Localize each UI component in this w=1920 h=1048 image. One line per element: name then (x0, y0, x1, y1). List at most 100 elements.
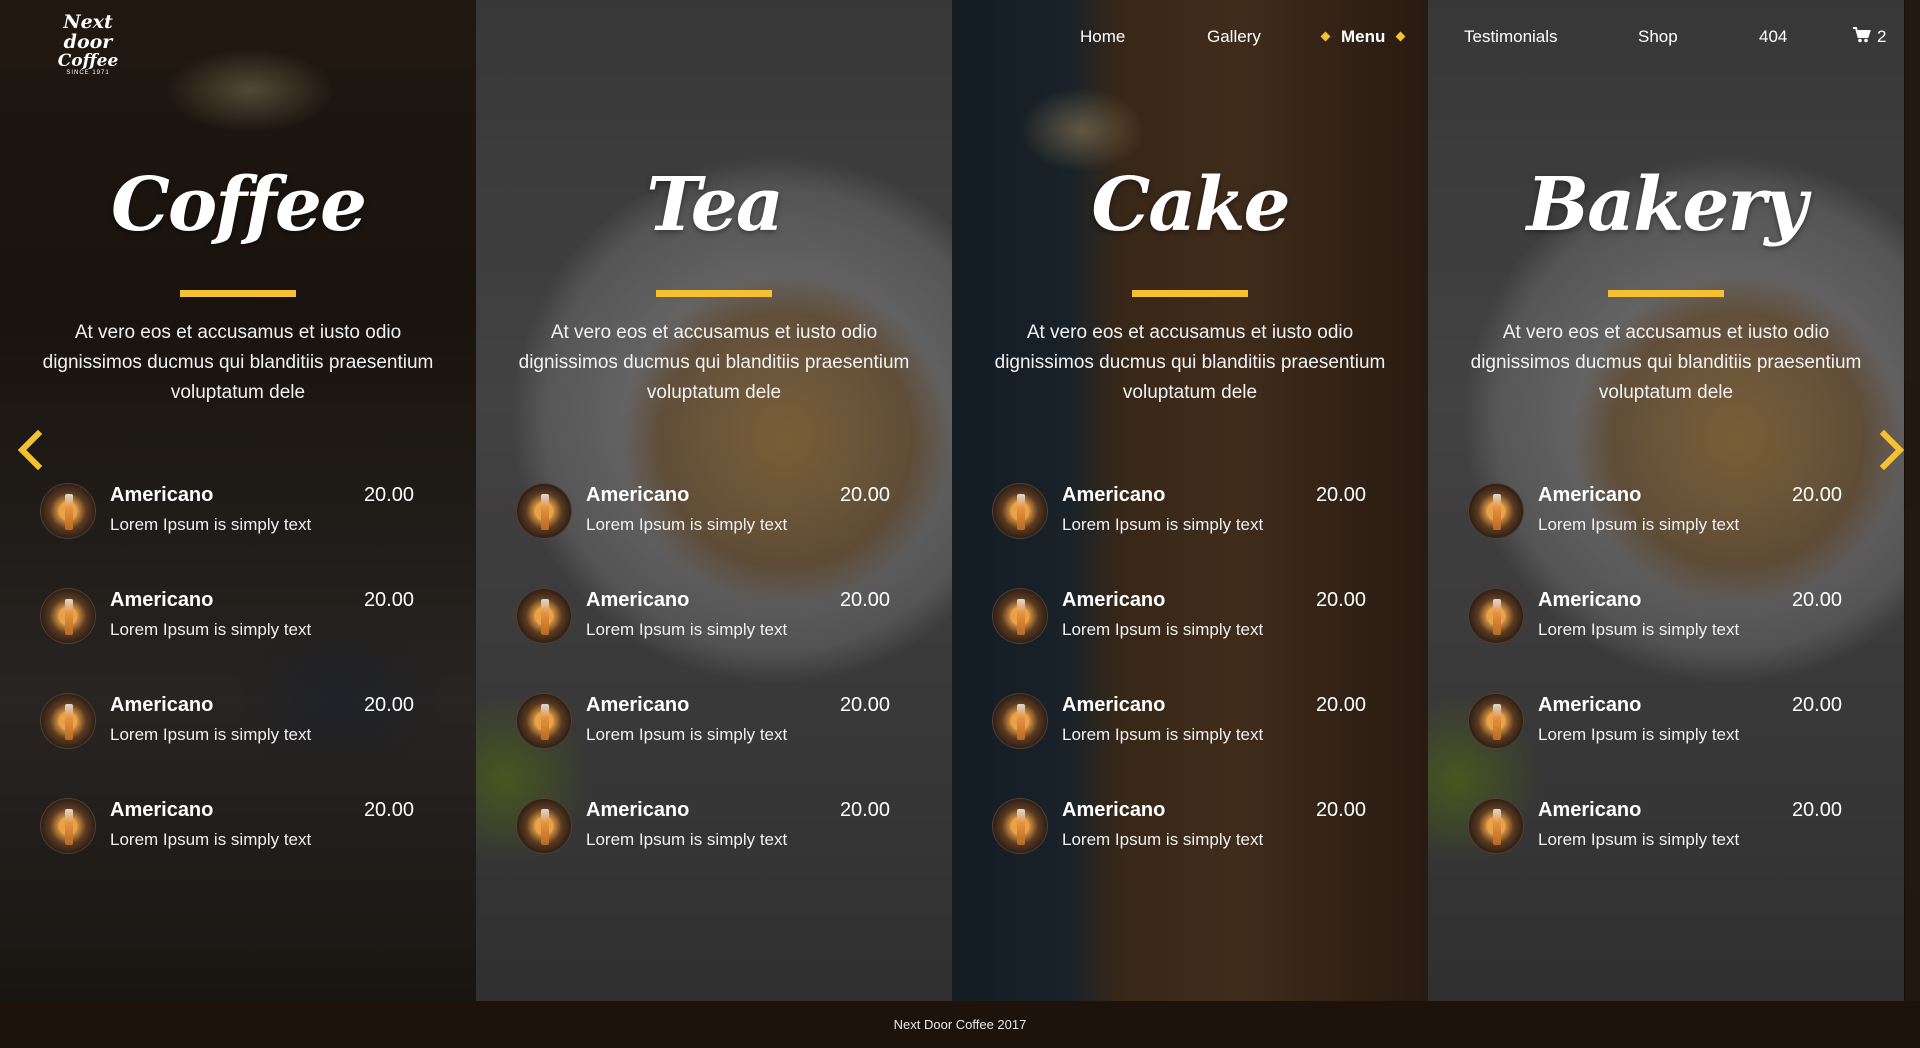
nav-link-testimonials[interactable]: Testimonials (1464, 27, 1558, 47)
item-description: Lorem Ipsum is simply text (110, 830, 312, 849)
item-name: Americano (110, 799, 214, 821)
item-price: 20.00 (839, 484, 890, 506)
site-logo[interactable]: Next door Coffee SINCE 1971 (38, 12, 138, 76)
menu-list: Americano 20.00 Lorem Ipsum is simply te… (516, 480, 912, 900)
menu-item[interactable]: Americano 20.00 Lorem Ipsum is simply te… (1468, 585, 1864, 690)
item-price: 20.00 (1315, 484, 1366, 506)
cart-button[interactable]: 2 (1853, 27, 1886, 48)
menu-list: Americano 20.00 Lorem Ipsum is simply te… (40, 480, 436, 900)
item-description: Lorem Ipsum is simply text (586, 620, 788, 639)
nav-link-home[interactable]: Home (1080, 27, 1125, 47)
chevron-right-icon (1879, 429, 1905, 471)
item-description: Lorem Ipsum is simply text (1538, 725, 1740, 744)
item-name: Americano (586, 484, 690, 506)
item-name: Americano (586, 589, 690, 611)
menu-item[interactable]: Americano 20.00 Lorem Ipsum is simply te… (40, 795, 436, 900)
item-thumbnail (40, 693, 96, 749)
panel-description: At vero eos et accusamus et iusto odio d… (518, 322, 910, 403)
item-price: 20.00 (1315, 799, 1366, 821)
nav-link-404[interactable]: 404 (1759, 27, 1787, 47)
item-price: 20.00 (839, 799, 890, 821)
scrollbar-track[interactable] (1905, 0, 1920, 1001)
item-name: Americano (1062, 799, 1166, 821)
panel-title: Tea (646, 162, 784, 248)
item-thumbnail (1468, 483, 1524, 539)
item-description: Lorem Ipsum is simply text (110, 515, 312, 534)
item-name: Americano (110, 589, 214, 611)
item-description: Lorem Ipsum is simply text (586, 515, 788, 534)
item-thumbnail (40, 483, 96, 539)
item-description: Lorem Ipsum is simply text (110, 725, 312, 744)
nav-link-menu[interactable]: Menu (1310, 27, 1416, 47)
item-description: Lorem Ipsum is simply text (586, 830, 788, 849)
item-name: Americano (1062, 589, 1166, 611)
panel-description: At vero eos et accusamus et iusto odio d… (994, 322, 1386, 403)
menu-item[interactable]: Americano 20.00 Lorem Ipsum is simply te… (1468, 480, 1864, 585)
title-underline (1132, 290, 1248, 297)
item-name: Americano (586, 694, 690, 716)
menu-item[interactable]: Americano 20.00 Lorem Ipsum is simply te… (40, 585, 436, 690)
panel-coffee: Coffee At vero eos et accusamus et iusto… (0, 0, 476, 1001)
carousel-next-button[interactable] (1878, 429, 1908, 471)
item-price: 20.00 (1791, 799, 1842, 821)
menu-item[interactable]: Americano 20.00 Lorem Ipsum is simply te… (516, 480, 912, 585)
item-description: Lorem Ipsum is simply text (586, 725, 788, 744)
item-description: Lorem Ipsum is simply text (1062, 515, 1264, 534)
item-name: Americano (110, 484, 214, 506)
menu-item[interactable]: Americano 20.00 Lorem Ipsum is simply te… (1468, 690, 1864, 795)
page-footer: Next Door Coffee 2017 (0, 1001, 1920, 1048)
item-name: Americano (1062, 484, 1166, 506)
item-price: 20.00 (1315, 589, 1366, 611)
item-name: Americano (110, 694, 214, 716)
carousel-prev-button[interactable] (14, 429, 44, 471)
item-thumbnail (40, 588, 96, 644)
menu-item[interactable]: Americano 20.00 Lorem Ipsum is simply te… (1468, 795, 1864, 900)
item-name: Americano (1538, 799, 1642, 821)
nav-link-menu-label: Menu (1341, 27, 1386, 46)
item-price: 20.00 (839, 694, 890, 716)
item-thumbnail (516, 483, 572, 539)
menu-item[interactable]: Americano 20.00 Lorem Ipsum is simply te… (516, 585, 912, 690)
item-price: 20.00 (363, 694, 414, 716)
panel-title: Cake (1091, 162, 1290, 248)
item-thumbnail (516, 693, 572, 749)
item-description: Lorem Ipsum is simply text (1538, 830, 1740, 849)
panel-cake: Cake At vero eos et accusamus et iusto o… (952, 0, 1428, 1001)
item-thumbnail (40, 798, 96, 854)
cart-count: 2 (1877, 27, 1887, 46)
item-name: Americano (1538, 694, 1642, 716)
item-description: Lorem Ipsum is simply text (1062, 830, 1264, 849)
item-price: 20.00 (363, 484, 414, 506)
panel-tea: Tea At vero eos et accusamus et iusto od… (476, 0, 952, 1001)
nav-link-shop[interactable]: Shop (1638, 27, 1678, 47)
item-description: Lorem Ipsum is simply text (1062, 620, 1264, 639)
item-thumbnail (1468, 588, 1524, 644)
item-description: Lorem Ipsum is simply text (1062, 725, 1264, 744)
menu-item[interactable]: Americano 20.00 Lorem Ipsum is simply te… (40, 480, 436, 585)
item-description: Lorem Ipsum is simply text (1538, 515, 1740, 534)
nav-link-gallery[interactable]: Gallery (1207, 27, 1261, 47)
item-thumbnail (992, 693, 1048, 749)
panel-description: At vero eos et accusamus et iusto odio d… (42, 322, 434, 403)
menu-item[interactable]: Americano 20.00 Lorem Ipsum is simply te… (992, 585, 1388, 690)
panel-title: Bakery (1526, 162, 1808, 248)
menu-item[interactable]: Americano 20.00 Lorem Ipsum is simply te… (992, 690, 1388, 795)
item-description: Lorem Ipsum is simply text (110, 620, 312, 639)
logo-text-line2: Coffee (57, 51, 119, 71)
menu-item[interactable]: Americano 20.00 Lorem Ipsum is simply te… (516, 690, 912, 795)
item-name: Americano (1538, 589, 1642, 611)
menu-list: Americano 20.00 Lorem Ipsum is simply te… (1468, 480, 1864, 900)
item-thumbnail (992, 588, 1048, 644)
title-underline (1608, 290, 1724, 297)
item-name: Americano (586, 799, 690, 821)
menu-item[interactable]: Americano 20.00 Lorem Ipsum is simply te… (992, 795, 1388, 900)
panel-title: Coffee (110, 162, 367, 248)
item-price: 20.00 (1791, 484, 1842, 506)
panel-bakery: Bakery At vero eos et accusamus et iusto… (1428, 0, 1904, 1001)
menu-item[interactable]: Americano 20.00 Lorem Ipsum is simply te… (40, 690, 436, 795)
top-navigation: Next door Coffee SINCE 1971 Home Gallery… (0, 0, 1920, 76)
item-price: 20.00 (839, 589, 890, 611)
menu-item[interactable]: Americano 20.00 Lorem Ipsum is simply te… (516, 795, 912, 900)
menu-item[interactable]: Americano 20.00 Lorem Ipsum is simply te… (992, 480, 1388, 585)
chevron-left-icon (17, 429, 43, 471)
